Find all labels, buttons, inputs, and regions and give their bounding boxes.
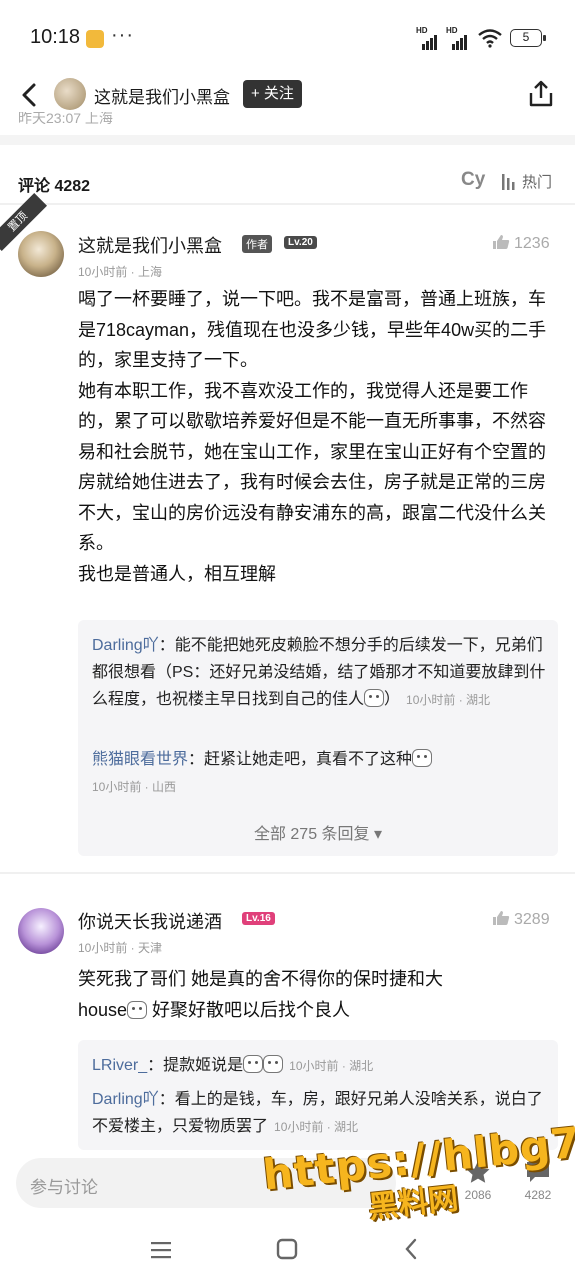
author-avatar[interactable] [54,78,86,110]
share-icon[interactable] [528,80,554,108]
post-meta-partial: 昨天23:07 上海 [18,112,113,124]
system-navigation-bar [0,1225,575,1280]
section-divider [0,135,575,145]
reply-author[interactable]: 熊猫眼看世界 [92,751,188,768]
comment-item: 你说天长我说递酒 Lv.16 10小时前 · 天津 3289 笑死我了哥们 她是… [0,900,575,1150]
home-icon[interactable] [276,1237,298,1261]
comment-divider [0,872,575,874]
notification-app-icon [86,30,104,48]
comment-meta: 10小时前 · 天津 [78,941,163,955]
comment-line: 笑死我了哥们 她是真的舍不得你的保时捷和大 [78,969,443,989]
emoji-icon [263,1055,284,1073]
level-badge: Lv.20 [284,236,317,249]
reply-meta: 10小时前 · 湖北 [289,1059,374,1073]
page-title: 这就是我们小黑盒 [94,88,230,107]
emoji-icon [243,1055,264,1073]
comment-paragraph: 她有本职工作，我不喜欢没工作的，我觉得人还是要工作的，累了可以歇歇培养爱好但是不… [78,380,546,554]
like-count: 1236 [514,235,550,252]
reply-text: 赶紧让她走吧，真看不了这种 [204,751,413,768]
menu-icon[interactable] [150,1239,172,1261]
reply-author[interactable]: Darling吖 [92,1091,159,1108]
comment-input-placeholder: 参与讨论 [30,1178,98,1197]
reply-item[interactable]: Darling吖：能不能把她死皮赖脸不想分手的后续发一下，兄弟们都很想看（PS：… [92,632,548,714]
like-count: 3289 [514,911,550,928]
back-arrow-icon[interactable] [18,80,40,110]
sort-icon[interactable] [500,172,520,192]
cellular-signal-2-icon: HD [446,26,474,50]
reply-meta: 10小时前 · 湖北 [406,693,491,707]
comment-line: house 好聚好散吧以后找个良人 [78,999,351,1020]
comment-meta: 10小时前 · 上海 [78,265,163,279]
back-icon[interactable] [402,1237,420,1261]
thumbs-up-icon [493,911,510,925]
battery-icon: 5 [510,29,546,47]
level-badge: Lv.16 [242,912,275,925]
like-button[interactable]: 1236 [492,234,550,253]
header-divider [0,203,575,205]
comment-paragraph: 喝了一杯要睡了，说一下吧。我不是富哥，普通上班族，车是718cayman，残值现… [78,289,547,370]
cy-button[interactable]: Cy [461,169,485,191]
comment-item: 这就是我们小黑盒 作者 Lv.20 10小时前 · 上海 1236 喝了一杯要睡… [0,226,575,856]
cellular-signal-icon: HD [416,26,444,50]
reply-item[interactable]: LRiver_：提款姬说是 10小时前 · 湖北 [92,1052,548,1080]
comment-body: 笑死我了哥们 她是真的舍不得你的保时捷和大 house 好聚好散吧以后找个良人 [78,964,548,1025]
like-button[interactable]: 3289 [492,910,550,929]
emoji-icon [364,689,385,707]
status-bar: 10:18 ··· HD HD 5 [0,0,575,76]
thumbs-up-icon [493,235,510,249]
comments-count-bottom: 4282 [524,1188,552,1202]
author-badge: 作者 [242,235,272,253]
reply-author[interactable]: Darling吖 [92,637,159,654]
status-time: 10:18 [30,26,81,48]
commenter-avatar[interactable] [18,231,64,277]
wifi-icon [478,29,502,48]
emoji-icon [127,1000,148,1019]
replies-box: Darling吖：能不能把她死皮赖脸不想分手的后续发一下，兄弟们都很想看（PS：… [78,620,558,856]
watermark-brand: 黑料网 [366,1181,460,1226]
commenter-avatar[interactable] [18,908,64,954]
more-notifications-icon: ··· [111,24,134,46]
emoji-icon [412,749,433,767]
commenter-name[interactable]: 你说天长我说递酒 [78,908,222,934]
view-all-replies-button[interactable]: 全部 275 条回复 ▾ [78,820,558,844]
follow-button[interactable]: + 关注 [243,80,302,108]
reply-author[interactable]: LRiver_ [92,1057,147,1074]
commenter-name[interactable]: 这就是我们小黑盒 [78,232,222,258]
reply-item[interactable]: 熊猫眼看世界：赶紧让她走吧，真看不了这种 [92,746,548,773]
comments-count: 评论 4282 [18,178,91,195]
comments-header: 评论 4282 Cy 热门 [0,160,575,204]
reply-meta: 10小时前 · 山西 [92,780,177,794]
favorite-count: 2086 [464,1188,492,1202]
reply-meta: 10小时前 · 湖北 [274,1120,359,1134]
comment-body: 喝了一杯要睡了，说一下吧。我不是富哥，普通上班族，车是718cayman，残值现… [78,284,548,589]
sort-hot-button[interactable]: 热门 [522,171,552,192]
comment-paragraph: 我也是普通人，相互理解 [78,563,276,584]
reply-text: 提款姬说是 [163,1057,244,1074]
